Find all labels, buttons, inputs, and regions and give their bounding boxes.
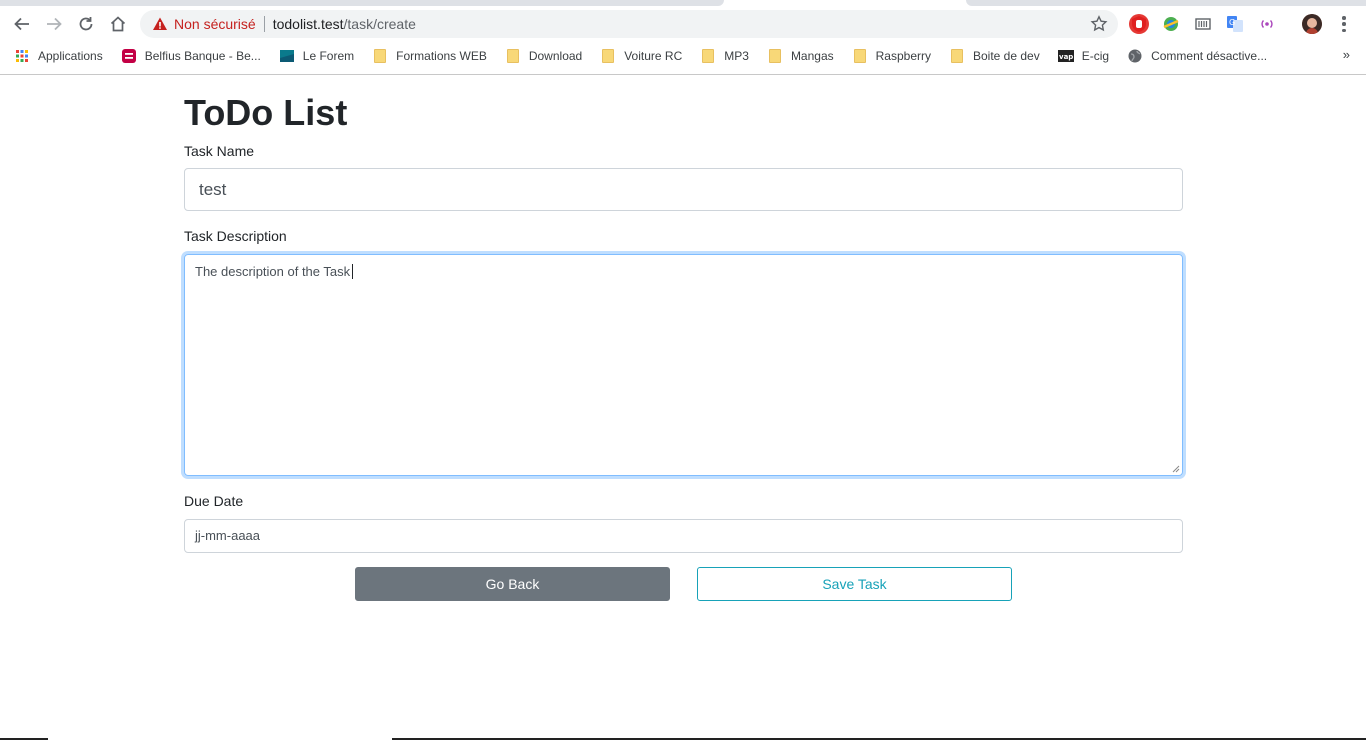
- translate-extension-icon[interactable]: G: [1225, 14, 1245, 34]
- download-manager-extension-icon[interactable]: [1161, 14, 1181, 34]
- bookmark-label: Formations WEB: [396, 49, 487, 63]
- bookmark-label: Le Forem: [302, 49, 355, 63]
- text-caret: [352, 264, 354, 279]
- bookmark-label: Applications: [38, 49, 103, 63]
- more-bookmarks-chevron-icon[interactable]: »: [1343, 47, 1350, 62]
- bookmark-label: MP3: [724, 49, 749, 63]
- go-back-button[interactable]: Go Back: [355, 567, 670, 601]
- arrow-right-icon: [47, 17, 62, 31]
- task-description-value: The description of the Task: [195, 264, 351, 279]
- bookmark-download[interactable]: Download: [505, 49, 582, 63]
- back-button[interactable]: [10, 12, 34, 36]
- tab-inactive-left[interactable]: [0, 0, 724, 6]
- due-date-input[interactable]: jj-mm-aaaa: [184, 519, 1183, 553]
- security-status[interactable]: Non sécurisé: [174, 16, 256, 32]
- warning-icon: [152, 16, 168, 32]
- save-task-label: Save Task: [822, 576, 887, 592]
- bookmark-label: Mangas: [790, 49, 834, 63]
- bookmark-label: E-cig: [1081, 49, 1110, 63]
- task-description-textarea[interactable]: The description of the Task: [184, 254, 1183, 476]
- bookmark-label: Comment désactive...: [1151, 49, 1268, 63]
- bookmark-belfius[interactable]: Belfius Banque - Be...: [121, 48, 261, 64]
- svg-text:vap: vap: [1059, 53, 1073, 61]
- bookmark-le-forem[interactable]: Le Forem: [279, 48, 354, 64]
- task-name-input[interactable]: test: [184, 168, 1183, 211]
- due-date-label: Due Date: [184, 493, 244, 509]
- barcode-extension-icon[interactable]: [1193, 14, 1213, 34]
- bookmark-star-icon[interactable]: [1090, 15, 1108, 33]
- url-path: /task/create: [343, 16, 416, 32]
- profile-avatar[interactable]: [1302, 14, 1322, 34]
- vap-icon: vap: [1057, 50, 1074, 62]
- menu-dot: [1342, 28, 1346, 32]
- bookmark-mp3[interactable]: MP3: [700, 49, 749, 63]
- menu-dot: [1342, 22, 1346, 26]
- browser-menu-button[interactable]: [1336, 14, 1352, 34]
- task-description-label: Task Description: [184, 228, 287, 244]
- bookmark-boite-de-dev[interactable]: Boite de dev: [949, 49, 1040, 63]
- folder-icon: [768, 49, 781, 63]
- apps-grid-icon: [16, 50, 28, 62]
- page-title: ToDo List: [184, 92, 348, 133]
- tab-strip: [0, 0, 1366, 6]
- bookmark-e-cig[interactable]: vap E-cig: [1057, 48, 1110, 64]
- bookmark-label: Raspberry: [875, 49, 931, 63]
- tab-inactive-right[interactable]: [966, 0, 1366, 6]
- menu-dot: [1342, 16, 1346, 20]
- svg-text:G: G: [1229, 18, 1235, 27]
- bookmark-label: Belfius Banque - Be...: [144, 49, 261, 63]
- bookmark-label: Download: [528, 49, 583, 63]
- bookmarks-bar: Applications Belfius Banque - Be... Le F…: [0, 44, 1366, 68]
- task-name-value: test: [199, 180, 227, 199]
- cast-extension-icon[interactable]: [1257, 14, 1277, 34]
- browser-chrome: Non sécurisé todolist.test/task/create G…: [0, 0, 1366, 75]
- folder-icon: [951, 49, 963, 63]
- folder-icon: [374, 49, 387, 63]
- folder-icon: [506, 49, 519, 63]
- arrow-left-icon: [14, 17, 29, 31]
- folder-icon: [602, 49, 615, 63]
- forward-button[interactable]: [42, 12, 66, 36]
- bookmark-label: Voiture RC: [624, 49, 683, 63]
- folder-icon: [853, 49, 866, 63]
- save-task-button[interactable]: Save Task: [697, 567, 1012, 601]
- reload-button[interactable]: [74, 12, 98, 36]
- adblock-extension-icon[interactable]: [1129, 14, 1149, 34]
- bookmark-mangas[interactable]: Mangas: [767, 49, 834, 63]
- address-bar[interactable]: Non sécurisé todolist.test/task/create: [140, 10, 1118, 38]
- belfius-icon: [121, 49, 136, 63]
- omnibox-separator: [263, 16, 265, 32]
- taskbar-edge: [0, 736, 1366, 740]
- bookmark-voiture-rc[interactable]: Voiture RC: [600, 49, 682, 63]
- forem-icon: [279, 50, 294, 62]
- go-back-label: Go Back: [485, 576, 540, 592]
- bookmark-comment-desactive[interactable]: Comment désactive...: [1127, 48, 1267, 64]
- due-date-placeholder: jj-mm-aaaa: [195, 528, 261, 543]
- bookmark-label: Boite de dev: [973, 49, 1040, 63]
- globe-icon: [1128, 49, 1142, 63]
- home-button[interactable]: [106, 12, 130, 36]
- home-icon: [110, 16, 126, 32]
- resize-handle-icon[interactable]: [1172, 465, 1180, 473]
- bookmark-formations-web[interactable]: Formations WEB: [372, 49, 487, 63]
- folder-icon: [702, 49, 715, 63]
- bookmark-raspberry[interactable]: Raspberry: [852, 49, 931, 63]
- url-host: todolist.test: [272, 16, 344, 32]
- task-name-label: Task Name: [184, 143, 255, 159]
- bookmark-applications[interactable]: Applications: [14, 48, 103, 64]
- reload-icon: [79, 17, 93, 31]
